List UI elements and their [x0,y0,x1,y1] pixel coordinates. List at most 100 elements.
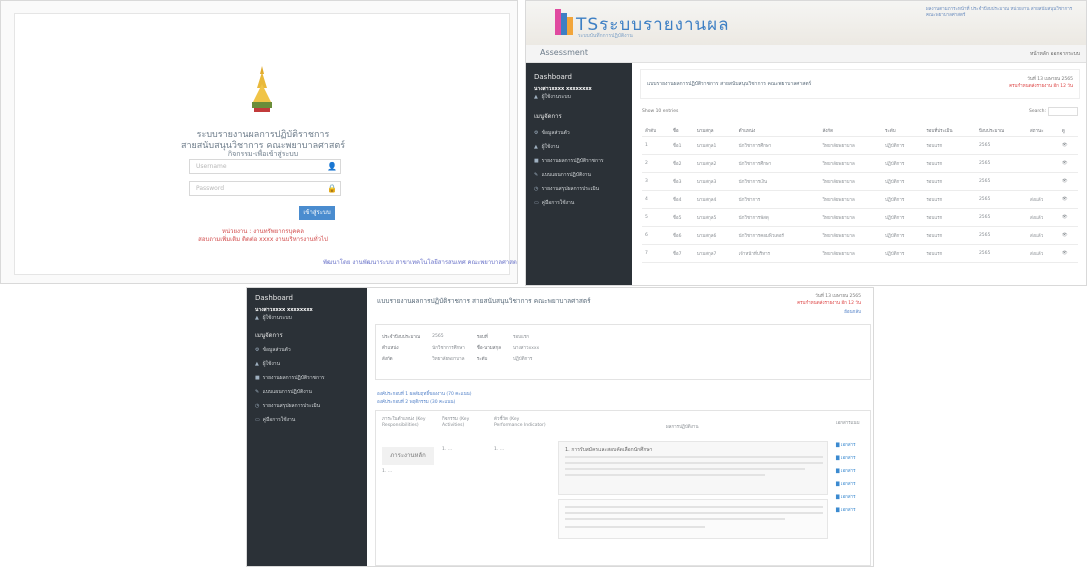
table-cell: 2 [642,154,670,173]
info-label: ชื่อ-นามสกุล [476,346,501,351]
table-cell: 2565 [975,208,1027,227]
back-link[interactable]: ย้อนกลับ [844,308,861,315]
sidebar-item-users[interactable]: ▲ ผู้ใช้งาน [255,360,280,368]
sidebar-item-report[interactable]: ■ รายงานผลการปฏิบัติราชการ [255,374,325,382]
sidebar-item-plan[interactable]: ✎ แบบแผนการปฏิบัติงาน [255,388,312,396]
sidebar-item-profile[interactable]: ⚙ ข้อมูลส่วนตัว [534,129,570,137]
attachment-list: ▇ เอกสาร ▇ เอกสาร ▇ เอกสาร ▇ เอกสาร ▇ เอกสาร… [836,441,866,519]
sidebar-item-report[interactable]: ■ รายงานผลการปฏิบัติราชการ [534,157,604,165]
view-eye-icon[interactable]: 👁 [1058,136,1078,155]
username-field[interactable]: Username 👤 [189,159,341,174]
result-block-1: 1. การรับสมัครและสอบคัดเลือกนักศึกษา [558,441,828,495]
sidebar: Dashboard นางสาวxxxx xxxxxxxx ▲ ผู้ใช้งา… [526,63,632,285]
login-footer-link[interactable]: พัฒนาโดย งานพัฒนาระบบ สาขาเทคโนโลยีสารสน… [260,257,517,267]
table-cell: ชื่อ7 [669,244,694,263]
table-cell: วิทยาลัยพยาบาล [819,172,883,191]
book-icon: ▭ [255,417,260,423]
heading-deadline: ครบกำหนดส่งรายงาน อีก 12 วัน [1009,84,1073,89]
sidebar-item-label: แบบแผนการปฏิบัติงาน [541,172,591,178]
sidebar-item-summary[interactable]: ◷ รายงานสรุปผลการประเมิน [534,185,599,193]
brand-subtitle: ระบบบันทึกการปฏิบัติงาน [578,33,633,39]
attachment-link[interactable]: ▇ เอกสาร [836,441,866,448]
column-header[interactable]: ลำดับ [642,125,670,137]
sidebar-item-manual[interactable]: ▭ คู่มือการใช้งาน [255,416,295,424]
attachment-link[interactable]: ▇ เอกสาร [836,493,866,500]
assessment-table: ลำดับ ชื่อ นามสกุล ตำแหน่ง สังกัด ระดับ รอบที่… [642,125,1078,263]
section-link-2[interactable]: องค์ประกอบที่ 2 พฤติกรรม (30 คะแนน) [377,398,455,405]
kpi-box: ภาระในตำแหน่ง (Key Responsibilities) กิจ… [375,410,871,566]
table-cell: วิทยาลัยพยาบาล [819,136,883,155]
table-row: 6 ชื่อ6 นามสกุล6 นักวิชาการคอมพิวเตอร์ วิทยา… [642,226,1078,245]
login-button[interactable]: เข้าสู่ระบบ [299,206,335,220]
status-badge: ส่งแล้ว [1027,226,1059,245]
col-header-responsibility: ภาระในตำแหน่ง (Key Responsibilities) [382,417,426,428]
section-link-1[interactable]: องค์ประกอบที่ 1 ผลสัมฤทธิ์ของงาน (70 คะแ… [377,390,471,397]
book-icon: ▭ [534,200,539,206]
table-cell: นักวิชาการเงิน [735,172,820,191]
lock-icon: 🔒 [327,184,337,193]
table-cell: นามสกุล1 [693,136,736,155]
attachment-link[interactable]: ▇ เอกสาร [836,454,866,461]
view-eye-icon[interactable]: 👁 [1058,190,1078,209]
key-title: ภาระงานหลัก [382,447,434,465]
column-header[interactable]: นามสกุล [693,125,736,137]
heading-date: วันที่ 13 เมษายน 2565 [1027,77,1073,82]
sidebar-item-plan[interactable]: ✎ แบบแผนการปฏิบัติงาน [534,171,591,179]
table-cell: วิทยาลัยพยาบาล [819,208,883,227]
sidebar-item-summary[interactable]: ◷ รายงานสรุปผลการประเมิน [255,402,320,410]
attachment-label: เอกสาร [840,495,856,500]
view-eye-icon[interactable]: 👁 [1058,208,1078,227]
login-card: ระบบรายงานผลการปฏิบัติราชการ สายสนับสนุน… [14,13,517,275]
table-cell: นักวิชาการคอมพิวเตอร์ [735,226,820,245]
detail-deadline: ครบกำหนดส่งรายงาน อีก 12 วัน [797,301,861,306]
column-header[interactable]: รอบที่ประเมิน [923,125,976,137]
table-cell: 2565 [975,190,1027,209]
table-cell: 4 [642,190,670,209]
document-icon: ■ [534,158,539,164]
table-cell: วิทยาลัยพยาบาล [819,154,883,173]
sidebar-dashboard[interactable]: Dashboard [255,294,293,302]
password-field[interactable]: Password 🔒 [189,181,341,196]
table-cell: ชื่อ5 [669,208,694,227]
sidebar-item-manual[interactable]: ▭ คู่มือการใช้งาน [534,199,574,207]
sidebar-item-profile[interactable]: ⚙ ข้อมูลส่วนตัว [255,346,291,354]
column-header[interactable]: ดู [1058,125,1078,137]
show-entries-select[interactable]: Show 10 entries [642,109,678,114]
column-header[interactable]: ตำแหน่ง [735,125,820,137]
column-header[interactable]: สถานะ [1027,125,1059,137]
sidebar-item-users[interactable]: ▲ ผู้ใช้งาน [534,143,559,151]
sidebar-menu-head: เมนูจัดการ [255,332,283,339]
view-eye-icon[interactable]: 👁 [1058,172,1078,191]
column-header[interactable]: ชื่อ [669,125,694,137]
sidebar-item-label: ผู้ใช้งาน [541,144,560,150]
info-label: ประจำปีงบประมาณ [382,335,421,340]
sidebar-dashboard[interactable]: Dashboard [534,73,572,81]
text-line [565,462,823,464]
column-header[interactable]: ปีงบประมาณ [975,125,1027,137]
table-cell: 2565 [975,226,1027,245]
attachment-link[interactable]: ▇ เอกสาร [836,467,866,474]
view-eye-icon[interactable]: 👁 [1058,226,1078,245]
table-cell: นามสกุล2 [693,154,736,173]
table-row: 5 ชื่อ5 นามสกุล5 นักวิชาการพัสดุ วิทยาลัยพยา… [642,208,1078,227]
nav-right-links[interactable]: หน้าหลัก ออกจากระบบ [1030,50,1080,58]
table-cell: ปฏิบัติการ [882,154,924,173]
table-cell: ชื่อ3 [669,172,694,191]
view-eye-icon[interactable]: 👁 [1058,154,1078,173]
nav-title: Assessment [540,48,588,57]
view-eye-icon[interactable]: 👁 [1058,244,1078,263]
table-cell: นามสกุล3 [693,172,736,191]
search-input[interactable] [1048,107,1078,116]
attachment-link[interactable]: ▇ เอกสาร [836,506,866,513]
login-note-2: สอบถามเพิ่มเติม ติดต่อ xxxx งานบริหารงาน… [198,236,328,243]
attachment-link[interactable]: ▇ เอกสาร [836,480,866,487]
gear-icon: ⚙ [534,130,539,136]
column-header[interactable]: สังกัด [819,125,883,137]
attachment-label: เอกสาร [840,443,856,448]
table-cell: 2565 [975,154,1027,173]
column-header[interactable]: ระดับ [882,125,924,137]
document-icon: ■ [255,375,260,381]
table-cell: 1 [642,136,670,155]
info-row: ตำแหน่ง นักวิชาการศึกษา ชื่อ-นามสกุล นางสาว… [382,342,551,353]
user-icon: ▲ [255,315,259,321]
